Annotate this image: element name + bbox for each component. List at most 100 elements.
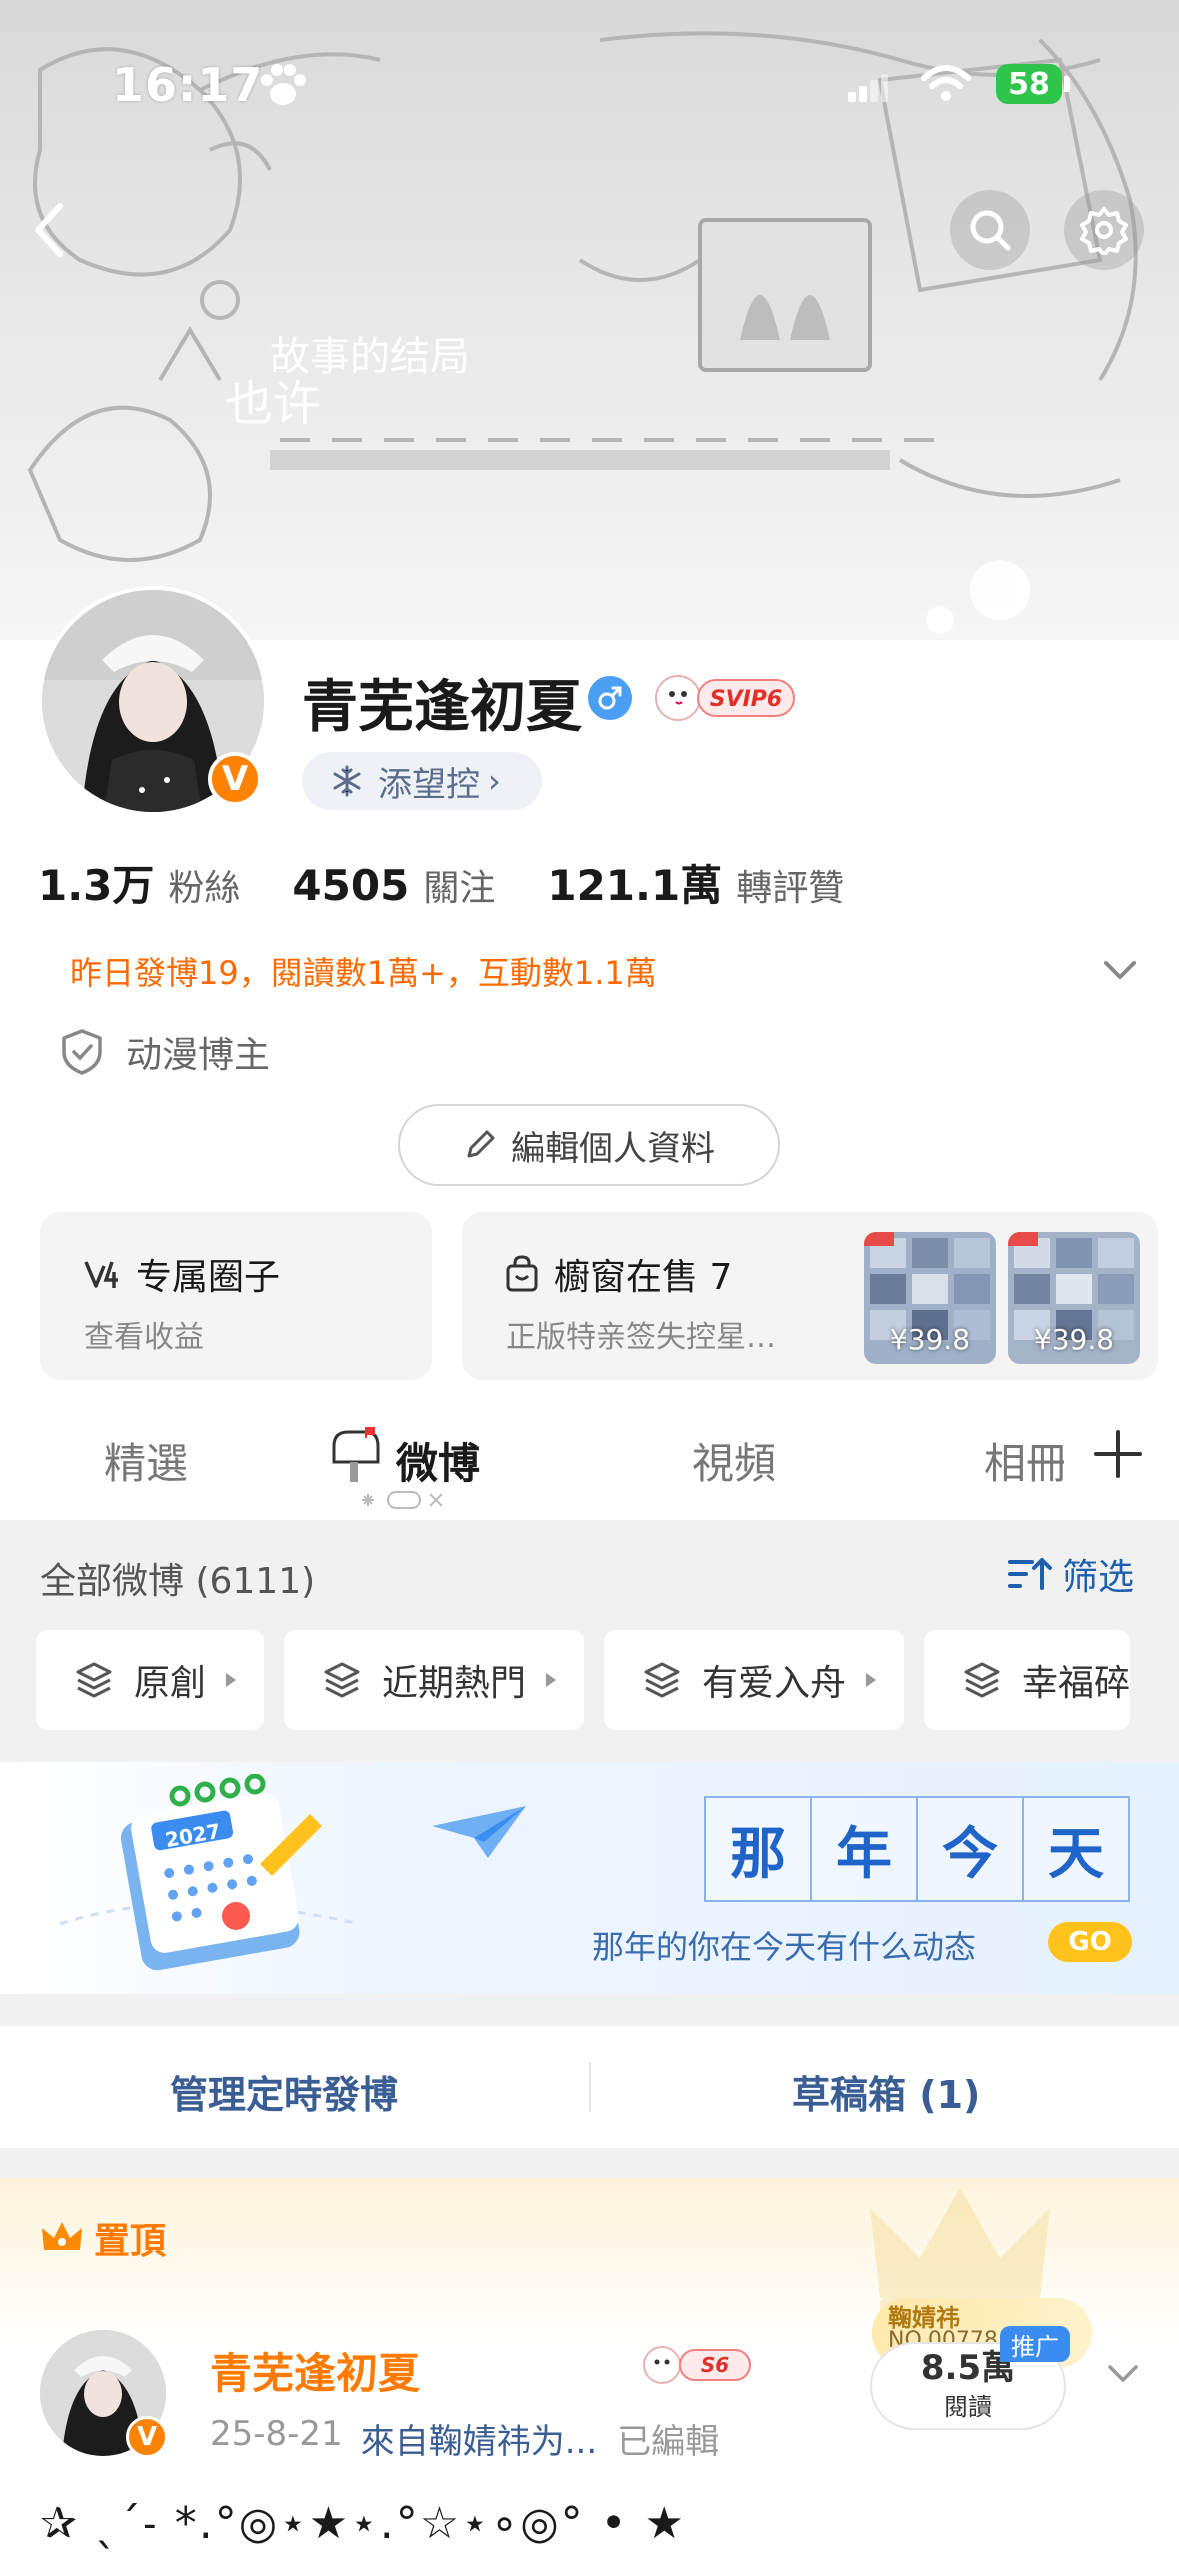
layers-icon	[76, 1662, 112, 1698]
chevron-left-icon	[35, 203, 63, 257]
male-icon	[588, 676, 632, 720]
on-this-day-banner[interactable]: 2027 那 年 今 天 那年的你在今天有什么动态 GO	[0, 1762, 1179, 1994]
chip-ship-label: 有爱入舟	[702, 1663, 847, 1704]
post-date: 25-8-21	[210, 2414, 343, 2454]
yesterday-summary[interactable]: 昨日發博19，閱讀數1萬+，互動數1.1萬	[70, 948, 657, 994]
chip-recent-hot[interactable]: 近期熱門	[284, 1630, 585, 1730]
layers-icon	[324, 1662, 360, 1698]
chip-arrow-icon	[866, 1673, 877, 1687]
chip-original-label: 原創	[134, 1663, 207, 1704]
exclusive-circle-title-row: 专属圈子	[82, 1248, 280, 1300]
battery-indicator: 58	[996, 64, 1062, 104]
pencil-icon	[467, 1130, 495, 1158]
exclusive-circle-title: 专属圈子	[136, 1257, 281, 1298]
filter-sort-icon	[1008, 1558, 1052, 1590]
tab-featured[interactable]: 精選	[104, 1430, 188, 1491]
search-icon	[970, 210, 1011, 251]
manage-bar: 管理定時發博 草稿箱 (1)	[0, 2026, 1179, 2148]
banner-text-1: 故事的结局	[270, 334, 470, 380]
exclusive-circle-sub: 查看收益	[84, 1320, 204, 1355]
banner-text-2: 也许	[225, 376, 321, 432]
profile-tabs: 精選 微博 視頻 相冊	[0, 1396, 1179, 1516]
on-this-day-subtitle: 那年的你在今天有什么动态	[592, 1928, 977, 1966]
memory-char-2: 年	[810, 1796, 918, 1902]
search-button[interactable]	[950, 190, 1030, 270]
tab-weibo[interactable]: 微博	[396, 1430, 480, 1491]
stat-interactions[interactable]: 121.1萬 轉評贊	[547, 852, 844, 913]
post-source[interactable]: 來自鞠婧祎为...	[361, 2414, 597, 2463]
profile-username: 青芜逢初夏	[302, 675, 582, 740]
crown-icon	[42, 2222, 82, 2250]
paw-icon	[261, 64, 306, 105]
category-chips: 原創 近期熱門 有爱入舟 幸福碎	[36, 1630, 1131, 1730]
drafts-button[interactable]: 草稿箱 (1)	[792, 2064, 980, 2119]
stat-following-label: 關注	[423, 868, 496, 909]
stat-following-num: 4505	[292, 861, 410, 910]
stat-followers-num: 1.3万	[38, 861, 155, 910]
product-price-2: ¥39.8	[1033, 1323, 1115, 1356]
tab-albums[interactable]: 相冊	[984, 1430, 1064, 1491]
profile-stats: 1.3万 粉絲 4505 關注 121.1萬 轉評贊	[38, 852, 896, 911]
mailbox-icon	[332, 1427, 380, 1482]
edit-profile-button[interactable]: 編輯個人資料	[398, 1104, 780, 1186]
chevron-down-icon[interactable]	[1104, 2354, 1142, 2392]
snowflake-icon	[333, 765, 361, 797]
wifi-icon	[921, 65, 971, 101]
stat-interactions-label: 轉評贊	[736, 868, 845, 909]
chevron-right-icon: ›	[488, 762, 501, 800]
back-button[interactable]	[10, 190, 90, 270]
shield-check-icon	[62, 1029, 102, 1075]
post-meta: 25-8-21 來自鞠婧祎为... 已編輯	[210, 2414, 719, 2463]
all-posts-count: 全部微博 (6111)	[40, 1561, 316, 1602]
manage-divider	[589, 2062, 591, 2112]
post-username[interactable]: 青芜逢初夏	[210, 2340, 420, 2401]
shop-window-card[interactable]: 櫥窗在售 7 正版特亲签失控星… ¥39.8 ¥39.8	[462, 1212, 1158, 1380]
chip-arrow-icon	[226, 1673, 237, 1687]
profile-banner[interactable]: 故事的结局 也许 16:17 58	[0, 0, 1179, 640]
layers-icon	[644, 1662, 680, 1698]
filter-button[interactable]: 筛选	[1008, 1548, 1134, 1600]
fan-club-label: 添望控	[378, 764, 480, 805]
chevron-down-icon[interactable]	[1100, 950, 1140, 990]
stat-following[interactable]: 4505 關注	[292, 859, 495, 911]
chip-original[interactable]: 原創	[36, 1630, 265, 1730]
verified-v-badge: V	[208, 752, 262, 806]
shop-window-title-row: 櫥窗在售 7	[504, 1248, 732, 1300]
signal-icon	[848, 74, 888, 102]
chip-ship[interactable]: 有爱入舟	[604, 1630, 905, 1730]
shopping-bag-icon	[506, 1255, 538, 1292]
product-thumb-1[interactable]: ¥39.8	[864, 1232, 996, 1364]
memory-char-4: 天	[1022, 1796, 1130, 1902]
promote-badge[interactable]: 推广	[1000, 2326, 1070, 2362]
layers-icon	[964, 1662, 1000, 1698]
filter-label: 筛选	[1062, 1557, 1135, 1598]
profile-tag[interactable]: 动漫博主	[60, 1026, 270, 1078]
search-button-bg	[950, 190, 1030, 270]
plus-icon[interactable]	[1090, 1426, 1146, 1482]
svip-label: SVIP6	[710, 687, 783, 712]
pinned-post[interactable]: 置頂 V 青芜逢初夏 S6 25-8-21 來自鞠婧祎为... 已編輯 鞠婧祎 …	[0, 2178, 1179, 2556]
s6-badge[interactable]: S6	[640, 2342, 754, 2388]
v4-icon	[84, 1261, 118, 1288]
male-symbol-icon	[598, 686, 622, 710]
fan-club-button[interactable]: 添望控 ›	[302, 752, 542, 810]
scheduled-posts-button[interactable]: 管理定時發博	[170, 2064, 398, 2119]
chip-happiness[interactable]: 幸福碎	[924, 1630, 1131, 1730]
stat-followers[interactable]: 1.3万 粉絲	[38, 852, 240, 913]
go-button[interactable]: GO	[1048, 1922, 1132, 1962]
svip-badge[interactable]: SVIP6	[652, 668, 798, 726]
settings-button[interactable]	[1064, 190, 1144, 270]
paper-plane-icon	[432, 1806, 526, 1858]
stat-interactions-num: 121.1萬	[547, 861, 723, 910]
calendar-illustration: 2027	[60, 1774, 360, 1971]
s6-badge-label: S6	[701, 2353, 729, 2377]
post-verified-v-badge: V	[126, 2416, 168, 2458]
product-thumb-2[interactable]: ¥39.8	[1008, 1232, 1140, 1364]
memory-char-1: 那	[704, 1796, 812, 1902]
exclusive-circle-card[interactable]: 专属圈子 查看收益	[40, 1212, 432, 1380]
tab-videos[interactable]: 視頻	[692, 1430, 776, 1491]
pinned-label-row: 置頂	[40, 2212, 166, 2264]
settings-button-bg	[1064, 190, 1144, 270]
post-edited: 已編輯	[617, 2422, 720, 2462]
status-bar: 16:17 58	[0, 0, 1179, 130]
